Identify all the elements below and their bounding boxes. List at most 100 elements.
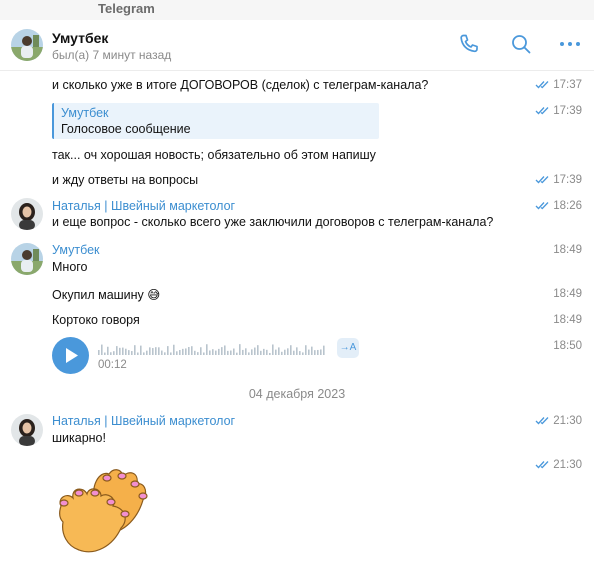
waveform-bar — [116, 346, 118, 355]
message-time: 17:39 — [535, 105, 582, 117]
waveform-bar — [233, 348, 235, 355]
message-text: Много — [52, 260, 88, 274]
message-time: 17:39 — [535, 174, 582, 186]
waveform-bar — [275, 349, 277, 355]
message-time: 18:26 — [535, 200, 582, 212]
waveform-bar — [206, 344, 208, 355]
reply-sender-name: Умутбек — [61, 106, 109, 120]
waveform-bar — [236, 352, 238, 355]
waveform-bar — [143, 352, 145, 355]
peer-avatar[interactable] — [11, 29, 43, 61]
double-check-icon — [535, 81, 549, 89]
message-time: 21:30 — [535, 415, 582, 427]
waveform-bar — [173, 344, 175, 355]
waveform-bar — [179, 350, 181, 355]
peer-status: был(а) 7 минут назад — [52, 48, 172, 62]
waveform-bar — [107, 346, 109, 355]
message-text: и сколько уже в итоге ДОГОВОРОВ (сделок)… — [52, 78, 429, 92]
waveform-bar — [191, 346, 193, 355]
waveform-bar — [161, 350, 163, 355]
waveform-bar — [290, 345, 292, 355]
voice-duration: 00:12 — [98, 359, 127, 371]
reply-text: Голосовое сообщение — [61, 122, 191, 136]
message-text: и еще вопрос - сколько всего уже заключи… — [52, 215, 494, 229]
waveform-bar — [257, 345, 259, 355]
message-time: 18:49 — [553, 314, 582, 326]
message-text: шикарно! — [52, 431, 106, 445]
waveform-bar — [188, 346, 190, 355]
date-separator: 04 декабря 2023 — [248, 387, 346, 401]
waveform-bar — [266, 349, 268, 355]
waveform-bar — [122, 347, 124, 355]
message-time: 17:37 — [535, 79, 582, 91]
transcribe-button[interactable]: →A — [337, 338, 359, 358]
waveform-bar — [260, 350, 262, 355]
search-icon — [512, 35, 531, 54]
waveform-bar — [203, 352, 205, 355]
waveform-bar — [140, 345, 142, 355]
waveform-bar — [146, 350, 148, 355]
waveform-bar — [170, 352, 172, 355]
search-button[interactable] — [509, 32, 533, 56]
play-icon — [66, 348, 78, 363]
waveform-bar — [164, 352, 166, 355]
waveform-bar — [305, 345, 307, 355]
waveform-bar — [296, 347, 298, 355]
waveform-bar — [311, 346, 313, 355]
message-time: 18:49 — [553, 288, 582, 300]
sender-name[interactable]: Умутбек — [52, 243, 100, 257]
waveform-bar — [215, 350, 217, 355]
waveform-bar — [323, 345, 325, 355]
waveform-bar — [104, 352, 106, 355]
waveform-bar — [209, 350, 211, 355]
double-check-icon — [535, 202, 549, 210]
double-check-icon — [535, 176, 549, 184]
waveform-bar — [224, 345, 226, 355]
message-time: 21:30 — [535, 459, 582, 471]
waveform-bar — [119, 347, 121, 355]
waveform-bar — [155, 347, 157, 355]
waveform-bar — [314, 350, 316, 355]
waveform-bar — [167, 346, 169, 355]
reply-preview[interactable]: Умутбек Голосовое сообщение — [52, 103, 379, 139]
more-button[interactable] — [558, 32, 582, 56]
call-button[interactable] — [457, 32, 481, 56]
sender-avatar[interactable] — [11, 198, 43, 230]
window-titlebar: Telegram — [0, 0, 594, 20]
more-dots-icon — [560, 42, 580, 46]
waveform-bar — [317, 349, 319, 355]
double-check-icon — [535, 107, 549, 115]
voice-waveform[interactable] — [98, 343, 330, 355]
waveform-bar — [137, 352, 139, 355]
waveform-bar — [248, 352, 250, 355]
waveform-bar — [158, 347, 160, 355]
waveform-bar — [131, 351, 133, 355]
waveform-bar — [245, 348, 247, 355]
waveform-bar — [194, 350, 196, 355]
waveform-bar — [125, 348, 127, 355]
waveform-bar — [239, 344, 241, 355]
waveform-bar — [200, 347, 202, 355]
clapping-hands-sticker[interactable] — [55, 462, 155, 558]
sender-name[interactable]: Наталья | Швейный маркетолог — [52, 414, 235, 428]
sender-avatar[interactable] — [11, 414, 43, 446]
sender-name[interactable]: Наталья | Швейный маркетолог — [52, 199, 235, 213]
waveform-bar — [308, 349, 310, 355]
voice-play-button[interactable] — [52, 337, 89, 374]
phone-icon — [460, 34, 478, 53]
waveform-bar — [287, 348, 289, 355]
peer-name[interactable]: Умутбек — [52, 30, 108, 46]
message-time: 18:50 — [553, 340, 582, 352]
double-check-icon — [535, 417, 549, 425]
waveform-bar — [152, 348, 154, 355]
waveform-bar — [176, 351, 178, 355]
waveform-bar — [218, 348, 220, 355]
waveform-bar — [128, 350, 130, 355]
waveform-bar — [98, 350, 100, 355]
waveform-bar — [149, 347, 151, 355]
sender-avatar[interactable] — [11, 243, 43, 275]
waveform-bar — [242, 349, 244, 355]
waveform-bar — [230, 350, 232, 355]
message-text: и жду ответы на вопросы — [52, 173, 199, 187]
waveform-bar — [134, 345, 136, 355]
